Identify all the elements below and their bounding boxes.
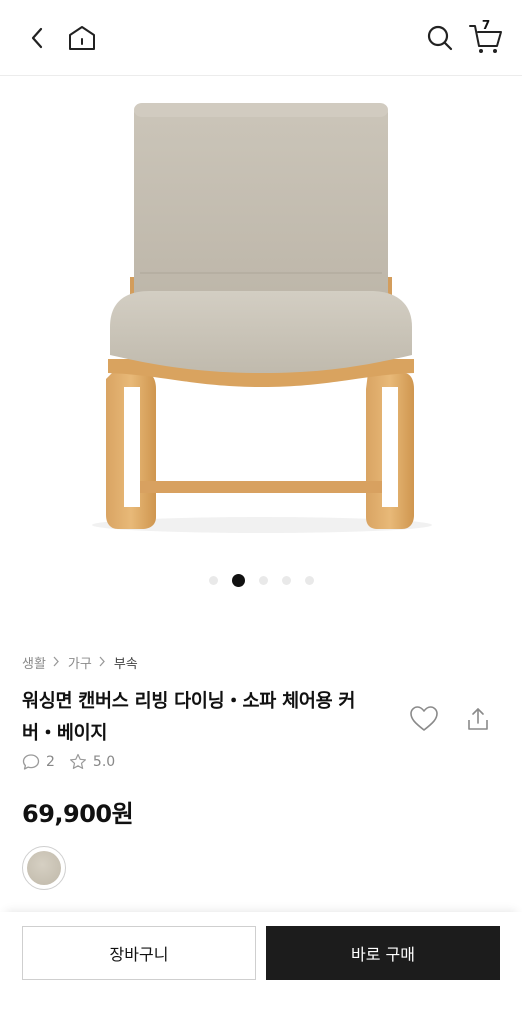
heart-icon	[410, 706, 438, 731]
search-button[interactable]	[420, 18, 460, 58]
product-title: 워싱면 캔버스 리빙 다이닝・소파 체어용 커버・베이지	[22, 691, 356, 744]
breadcrumb-item-furniture[interactable]: 가구	[68, 653, 92, 672]
pagination-dot[interactable]	[208, 576, 218, 585]
back-arrow-icon	[31, 27, 43, 49]
share-button[interactable]	[462, 702, 494, 736]
star-icon	[69, 753, 86, 769]
swatch-color	[27, 851, 61, 885]
review-meta: 2 5.0	[22, 753, 129, 771]
product-price: 69,900원	[22, 800, 134, 828]
breadcrumb-item-life[interactable]: 생활	[22, 653, 46, 672]
add-to-cart-button[interactable]: 장바구니	[22, 926, 256, 980]
comment-icon	[22, 754, 40, 770]
wishlist-button[interactable]	[406, 702, 442, 736]
home-button[interactable]	[62, 18, 102, 58]
share-icon	[468, 708, 488, 730]
buy-now-button[interactable]: 바로 구매	[266, 926, 500, 980]
pagination-dot[interactable]	[304, 576, 314, 585]
pagination-dot[interactable]	[281, 576, 291, 585]
top-navigation-bar: 7	[0, 0, 522, 76]
cart-button[interactable]: 7	[464, 16, 508, 60]
chevron-right-icon	[52, 656, 60, 670]
search-icon	[427, 25, 453, 51]
chevron-right-icon	[98, 656, 106, 670]
home-icon	[69, 26, 95, 50]
cart-count-badge: 7	[481, 18, 491, 32]
breadcrumb-item-accessories[interactable]: 부속	[114, 653, 138, 672]
back-button[interactable]	[20, 20, 56, 56]
breadcrumb: 생활 가구 부속	[22, 653, 138, 672]
review-count[interactable]: 2	[46, 754, 55, 770]
bottom-action-bar: 장바구니 바로 구매	[0, 912, 522, 1024]
chair-image	[92, 103, 432, 533]
rating-value: 5.0	[92, 754, 116, 770]
color-swatch-beige[interactable]	[22, 846, 66, 890]
pagination-dot[interactable]	[231, 574, 245, 587]
image-pagination-dots	[0, 574, 522, 587]
pagination-dot[interactable]	[258, 576, 268, 585]
product-image[interactable]	[0, 77, 522, 557]
